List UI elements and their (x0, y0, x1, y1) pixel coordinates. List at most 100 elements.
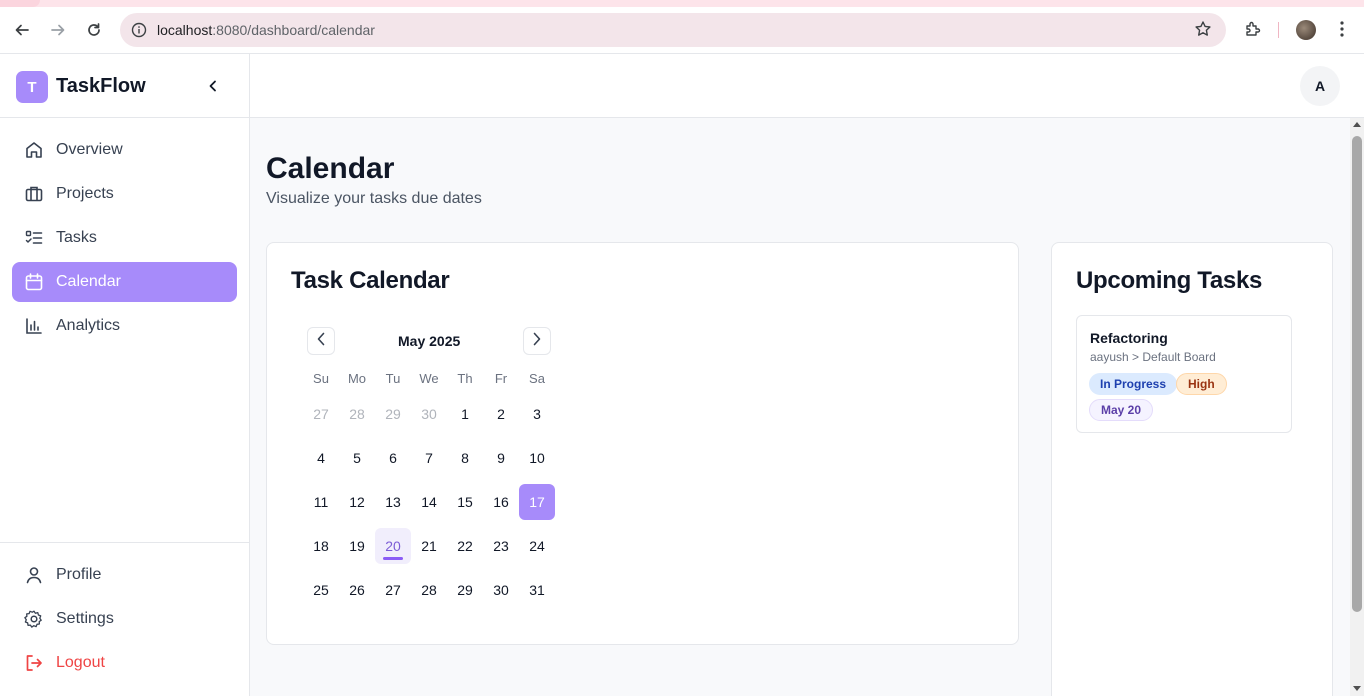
sidebar-item-label: Tasks (56, 229, 97, 246)
sidebar-item-label: Settings (56, 610, 114, 627)
sidebar-item-label: Overview (56, 141, 123, 158)
calendar-day[interactable]: 15 (447, 484, 483, 520)
calendar-day[interactable]: 8 (447, 440, 483, 476)
task-calendar-card: Task Calendar May 2025 Su Mo Tu We Th Fr Sa 27 2… (266, 242, 1019, 645)
chevron-right-icon (532, 332, 542, 351)
scrollbar-thumb[interactable] (1352, 136, 1362, 612)
profile-avatar[interactable] (1296, 20, 1316, 40)
sidebar-item-projects[interactable]: Projects (12, 174, 237, 214)
sidebar-item-tasks[interactable]: Tasks (12, 218, 237, 258)
sidebar-item-label: Logout (56, 654, 105, 671)
calendar-day[interactable]: 7 (411, 440, 447, 476)
calendar-day[interactable]: 27 (375, 572, 411, 608)
sidebar-item-label: Analytics (56, 317, 121, 334)
page-scrollbar[interactable] (1350, 118, 1364, 696)
weekday-label: We (419, 371, 439, 386)
calendar-day[interactable]: 17 (519, 484, 555, 520)
calendar-day[interactable]: 28 (339, 396, 375, 432)
calendar-day[interactable]: 11 (303, 484, 339, 520)
user-avatar[interactable]: A (1300, 66, 1340, 106)
browser-toolbar: localhost:8080/dashboard/calendar (0, 0, 1364, 54)
calendar-day[interactable]: 29 (447, 572, 483, 608)
due-date-badge: May 20 (1089, 399, 1154, 421)
sidebar-item-logout[interactable]: Logout (12, 643, 237, 683)
active-tab[interactable] (0, 0, 40, 7)
sidebar-item-label: Projects (56, 185, 114, 202)
sidebar: T TaskFlow Overview Projects Tasks Calen… (0, 54, 250, 696)
calendar-day[interactable]: 31 (519, 572, 555, 608)
calendar-day[interactable]: 21 (411, 528, 447, 564)
calendar-day[interactable]: 25 (303, 572, 339, 608)
chevron-left-icon (316, 332, 326, 351)
page-subtitle: Visualize your tasks due dates (266, 190, 482, 207)
collapse-sidebar-icon[interactable] (203, 76, 223, 96)
calendar-day[interactable]: 29 (375, 396, 411, 432)
extensions-icon[interactable] (1241, 17, 1265, 41)
main-content: Calendar Visualize your tasks due dates … (250, 118, 1350, 696)
task-card[interactable]: Refactoring aayush > Default Board In Pr… (1076, 315, 1292, 433)
calendar-day[interactable]: 6 (375, 440, 411, 476)
forward-icon[interactable] (45, 17, 71, 43)
sidebar-item-profile[interactable]: Profile (12, 555, 237, 595)
calendar-day[interactable]: 14 (411, 484, 447, 520)
task-title: Refactoring (1090, 330, 1168, 346)
calendar-day[interactable]: 1 (447, 396, 483, 432)
calendar-day[interactable]: 4 (303, 440, 339, 476)
calendar-day[interactable]: 19 (339, 528, 375, 564)
checklist-icon (24, 228, 44, 248)
app-logo: T (16, 71, 48, 103)
sidebar-divider (0, 542, 249, 543)
scroll-down-icon[interactable] (1353, 686, 1361, 691)
sidebar-item-label: Profile (56, 566, 102, 583)
upcoming-card-title: Upcoming Tasks (1076, 267, 1263, 294)
star-icon[interactable] (1194, 20, 1212, 43)
next-month-button[interactable] (523, 327, 551, 355)
calendar-day[interactable]: 12 (339, 484, 375, 520)
calendar-day[interactable]: 10 (519, 440, 555, 476)
sidebar-item-calendar[interactable]: Calendar (12, 262, 237, 302)
calendar-day[interactable]: 27 (303, 396, 339, 432)
weekday-label: Fr (494, 371, 508, 386)
calendar-day[interactable]: 9 (483, 440, 519, 476)
calendar-day[interactable]: 5 (339, 440, 375, 476)
calendar-day[interactable]: 13 (375, 484, 411, 520)
calendar-day[interactable]: 23 (483, 528, 519, 564)
url-text: localhost:8080/dashboard/calendar (157, 22, 375, 38)
weekday-label: Th (457, 371, 473, 386)
upcoming-tasks-card: Upcoming Tasks Refactoring aayush > Defa… (1051, 242, 1333, 696)
logout-icon (24, 653, 44, 673)
back-icon[interactable] (9, 17, 35, 43)
info-icon[interactable] (122, 22, 156, 38)
page-title: Calendar (266, 152, 395, 185)
scroll-up-icon[interactable] (1353, 122, 1361, 127)
home-icon (24, 140, 44, 160)
calendar-day[interactable]: 24 (519, 528, 555, 564)
calendar-day[interactable]: 16 (483, 484, 519, 520)
calendar-day[interactable]: 22 (447, 528, 483, 564)
brand-header: T TaskFlow (0, 54, 249, 118)
prev-month-button[interactable] (307, 327, 335, 355)
calendar-day[interactable]: 3 (519, 396, 555, 432)
menu-icon[interactable] (1330, 17, 1354, 41)
sidebar-item-settings[interactable]: Settings (12, 599, 237, 639)
calendar-day[interactable]: 28 (411, 572, 447, 608)
calendar-day[interactable]: 26 (339, 572, 375, 608)
calendar-day[interactable]: 2 (483, 396, 519, 432)
task-board-path: aayush > Default Board (1090, 350, 1216, 364)
reload-icon[interactable] (81, 17, 107, 43)
app-name: TaskFlow (56, 75, 146, 97)
status-badge: In Progress (1089, 373, 1178, 395)
calendar-day[interactable]: 30 (411, 396, 447, 432)
calendar-day[interactable]: 30 (483, 572, 519, 608)
priority-badge: High (1176, 373, 1227, 395)
calendar-day[interactable]: 20 (375, 528, 411, 564)
sidebar-item-analytics[interactable]: Analytics (12, 306, 237, 346)
bar-chart-icon (24, 316, 44, 336)
calendar-day[interactable]: 18 (303, 528, 339, 564)
address-bar[interactable]: localhost:8080/dashboard/calendar (120, 13, 1226, 47)
sidebar-item-overview[interactable]: Overview (12, 130, 237, 170)
weekday-label: Su (313, 371, 329, 386)
gear-icon (24, 609, 44, 629)
tab-strip (0, 0, 1364, 7)
weekday-label: Sa (529, 371, 545, 386)
